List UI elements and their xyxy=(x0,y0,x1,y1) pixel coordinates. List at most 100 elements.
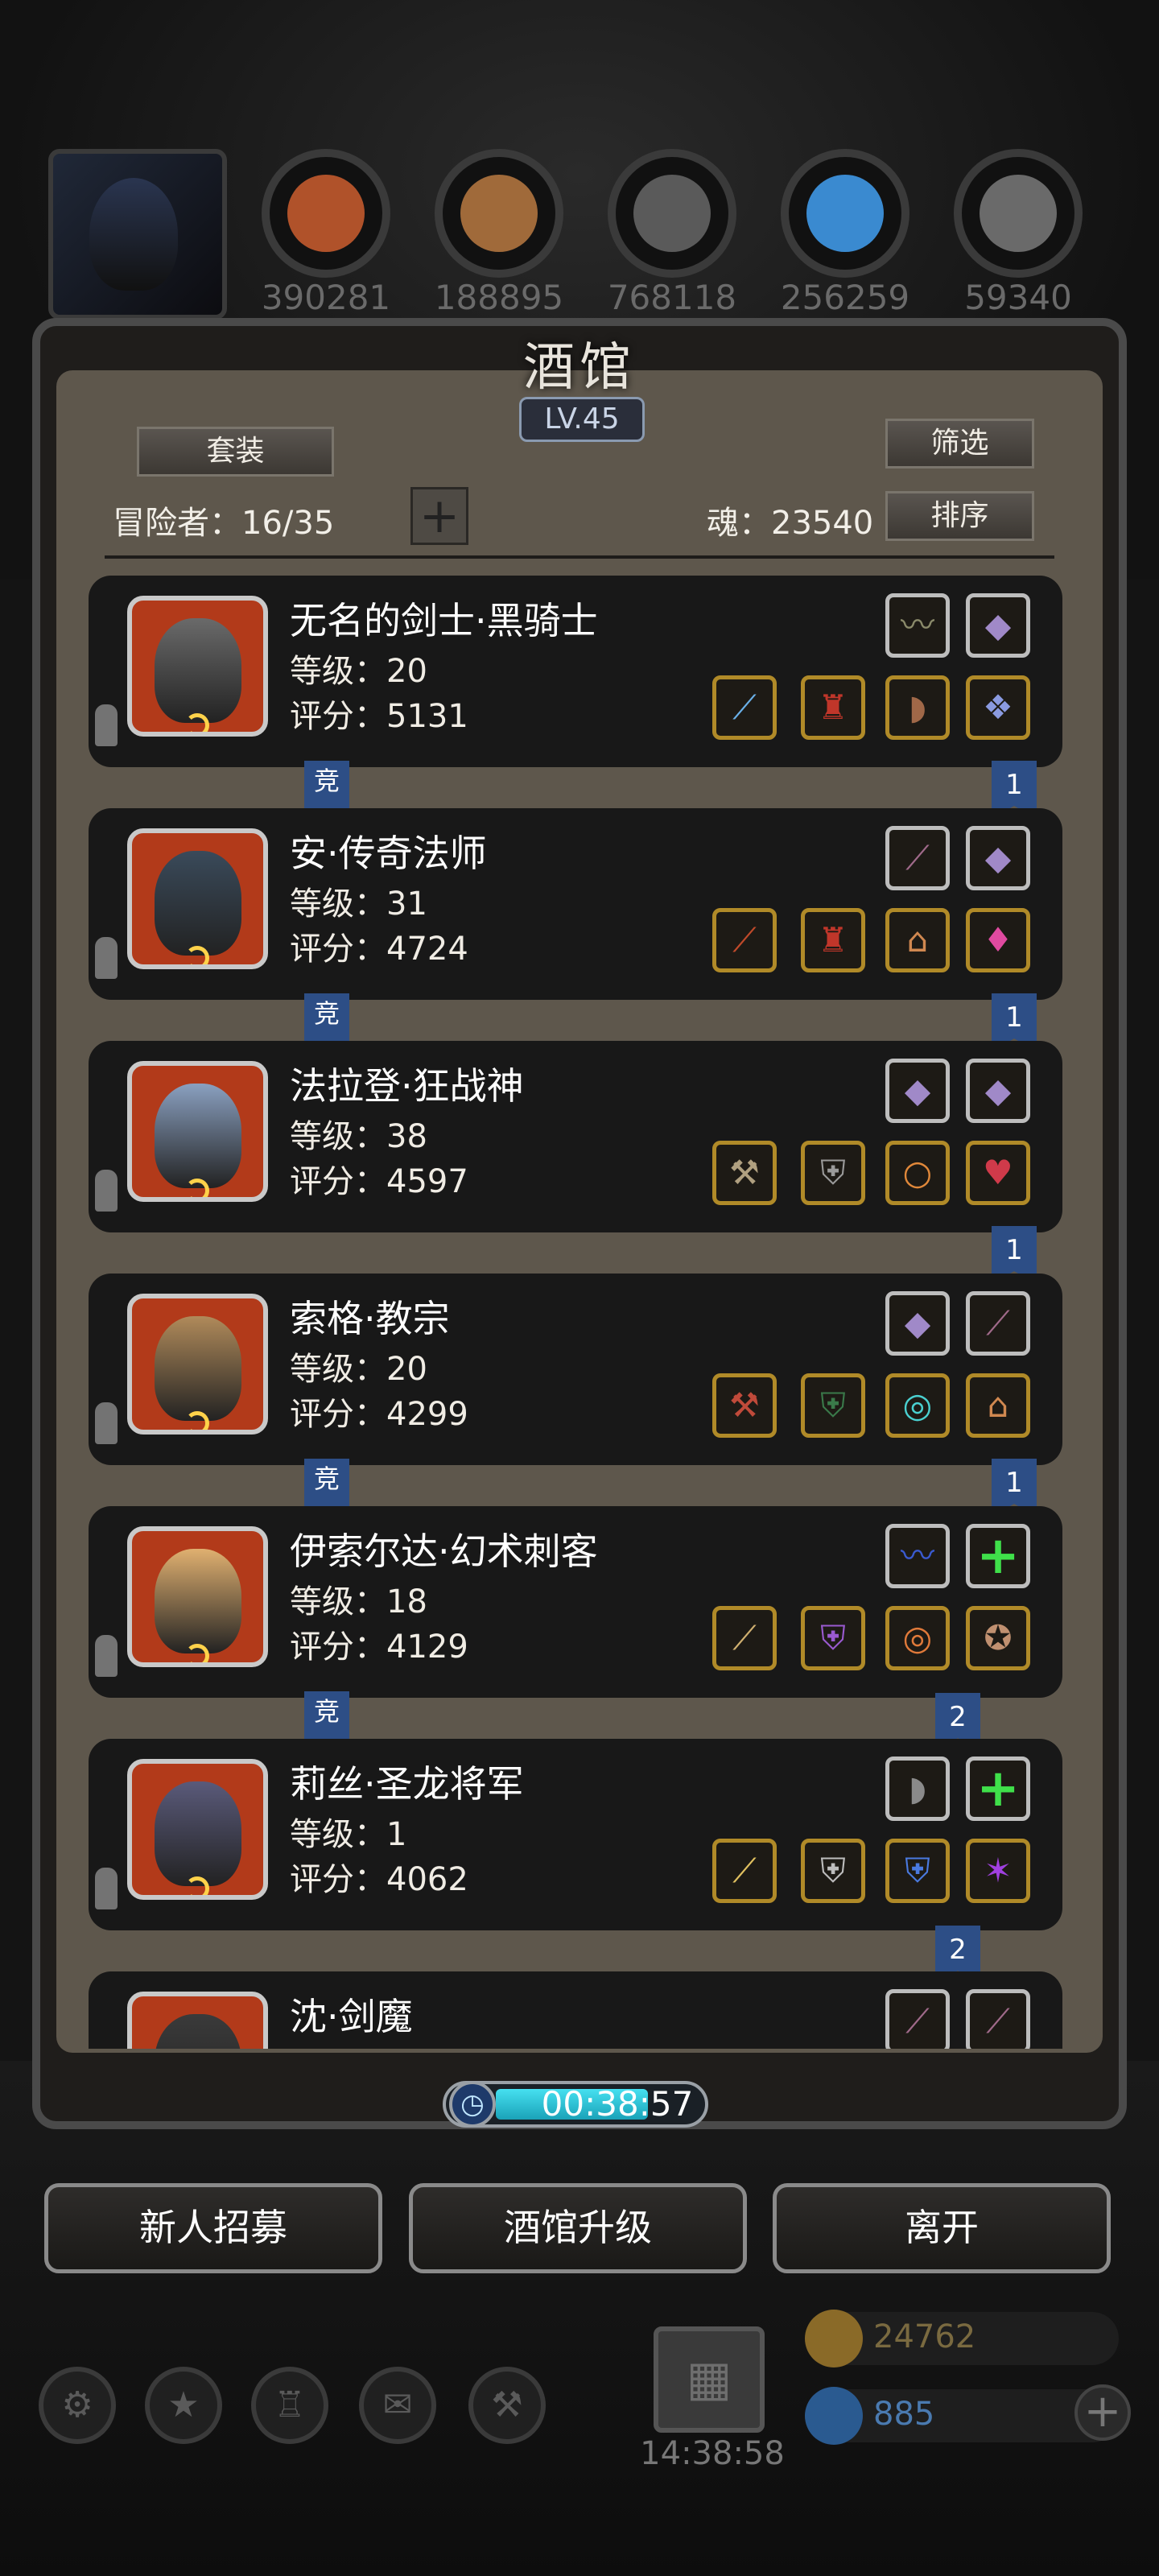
divider xyxy=(105,555,1054,559)
forge-icon[interactable]: ⚒ xyxy=(468,2367,546,2444)
armory-icon[interactable]: ♖ xyxy=(251,2367,328,2444)
rune-icon: ◆ xyxy=(904,1071,931,1110)
hero-portrait[interactable] xyxy=(127,1526,268,1667)
rune-slot[interactable]: ◆ xyxy=(966,593,1030,658)
equipment-icon: ♦ xyxy=(983,920,1013,960)
hero-portrait[interactable] xyxy=(127,596,268,737)
equipment-slot[interactable]: ◗ xyxy=(885,675,950,740)
hero-card[interactable]: 无名的剑士·黑骑士 等级：20 评分：5131 〰 ◆ ⟋ ♜ ◗ ❖ xyxy=(89,576,1062,767)
equipment-slot[interactable]: ⟋ xyxy=(712,1606,777,1670)
hero-portrait[interactable] xyxy=(127,1061,268,1202)
hero-score: 评分：4724 xyxy=(290,931,468,968)
rune-slot[interactable]: ◆ xyxy=(966,1059,1030,1123)
arena-tag: 竞 xyxy=(304,761,349,809)
equipment-icon: ⛨ xyxy=(820,1153,846,1192)
hero-level: 等级：38 xyxy=(290,1118,427,1155)
equipment-slot[interactable]: ♜ xyxy=(801,908,865,972)
hero-portrait[interactable] xyxy=(127,1294,268,1435)
hero-card[interactable]: 安·传奇法师 等级：31 评分：4724 ⟋ ◆ ⟋ ♜ ⌂ ♦ xyxy=(89,808,1062,1000)
resource-amount: 188895 xyxy=(434,278,564,317)
equipment-slot[interactable]: ⚒ xyxy=(712,1141,777,1205)
equipment-slot[interactable]: ✪ xyxy=(966,1606,1030,1670)
equipment-slot[interactable]: ◎ xyxy=(885,1373,950,1438)
mail-icon[interactable]: ✉ xyxy=(359,2367,436,2444)
equipment-slot[interactable]: ⛨ xyxy=(885,1839,950,1903)
rune-slot[interactable]: ⟋ xyxy=(966,1989,1030,2049)
gift-icon[interactable]: ▦ xyxy=(654,2326,765,2433)
equipment-icon: ⚒ xyxy=(729,1153,760,1192)
equipment-slot[interactable]: ⟋ xyxy=(712,675,777,740)
formation-figure-icon xyxy=(95,1868,118,1909)
recruit-button[interactable]: 新人招募 xyxy=(44,2183,382,2273)
rune-slot[interactable]: ⟋ xyxy=(885,1989,950,2049)
rune-slot[interactable]: ◆ xyxy=(885,1291,950,1356)
wood-icon xyxy=(435,149,563,278)
timer-bar: ◷ 00:38:57 xyxy=(443,2081,708,2128)
rune-slot[interactable]: ⟋ xyxy=(966,1291,1030,1356)
equipment-slot[interactable]: ⛨ xyxy=(801,1839,865,1903)
hero-face xyxy=(155,851,241,956)
equipment-slot[interactable]: ⛨ xyxy=(801,1606,865,1670)
add-equipment-slot[interactable]: + xyxy=(966,1524,1030,1588)
sort-button[interactable]: 排序 xyxy=(885,491,1034,541)
hero-name: 伊索尔达·幻术刺客 xyxy=(290,1530,598,1573)
equipment-slot[interactable]: ⟋ xyxy=(712,908,777,972)
hero-level: 等级：20 xyxy=(290,1351,427,1388)
hero-card[interactable]: 沈·剑魔 ⟋ ⟋ xyxy=(89,1971,1062,2049)
equipment-slot[interactable]: ○ xyxy=(885,1141,950,1205)
equipment-slot[interactable]: ◎ xyxy=(885,1606,950,1670)
filter-button[interactable]: 筛选 xyxy=(885,419,1034,469)
arena-tag: 竞 xyxy=(304,993,349,1042)
hero-name: 莉丝·圣龙将军 xyxy=(290,1762,524,1806)
hero-card[interactable]: 索格·教宗 等级：20 评分：4299 ◆ ⟋ ⚒ ⛨ ◎ ⌂ xyxy=(89,1274,1062,1465)
player-avatar[interactable] xyxy=(48,149,227,320)
formation-figure-icon xyxy=(95,704,118,746)
resource-amount: 256259 xyxy=(780,278,910,317)
hero-card[interactable]: 伊索尔达·幻术刺客 等级：18 评分：4129 〰 + ⟋ ⛨ ◎ ✪ xyxy=(89,1506,1062,1698)
upgrade-tavern-button[interactable]: 酒馆升级 xyxy=(409,2183,747,2273)
equipment-slot[interactable]: ⛨ xyxy=(801,1373,865,1438)
star-icon[interactable]: ★ xyxy=(145,2367,222,2444)
equipment-slot[interactable]: ⌂ xyxy=(966,1373,1030,1438)
settings-icon[interactable]: ⚙ xyxy=(39,2367,116,2444)
hero-portrait[interactable] xyxy=(127,1759,268,1900)
equipment-icon: ⌂ xyxy=(987,1385,1009,1425)
equipment-slot[interactable]: ♦ xyxy=(966,908,1030,972)
hero-face xyxy=(155,1781,241,1886)
leave-button[interactable]: 离开 xyxy=(773,2183,1111,2273)
equipment-slot[interactable]: ⛨ xyxy=(801,1141,865,1205)
equipment-slot[interactable]: ⌂ xyxy=(885,908,950,972)
rune-slot[interactable]: ◗ xyxy=(885,1757,950,1821)
add-adventurer-slot-button[interactable]: + xyxy=(410,487,468,545)
equipment-icon: ⌂ xyxy=(906,920,929,960)
equipment-slot[interactable]: ♜ xyxy=(801,675,865,740)
equipment-slot[interactable]: ✶ xyxy=(966,1839,1030,1903)
rune-icon: ◆ xyxy=(904,1303,931,1343)
rune-slot[interactable]: 〰 xyxy=(885,593,950,658)
add-currency-button[interactable]: + xyxy=(1074,2384,1131,2441)
rune-slot[interactable]: 〰 xyxy=(885,1524,950,1588)
tavern-level-badge: LV.45 xyxy=(519,397,645,442)
rune-slot[interactable]: ⟋ xyxy=(885,826,950,890)
rune-slot[interactable]: ◆ xyxy=(885,1059,950,1123)
equipment-slot[interactable]: ⚒ xyxy=(712,1373,777,1438)
hero-card[interactable]: 法拉登·狂战神 等级：38 评分：4597 ◆ ◆ ⚒ ⛨ ○ ♥ xyxy=(89,1041,1062,1232)
hero-score: 评分：5131 xyxy=(290,698,468,735)
hero-list[interactable]: 无名的剑士·黑骑士 等级：20 评分：5131 〰 ◆ ⟋ ♜ ◗ ❖ 竞 1 安·传奇法师 等级：31… xyxy=(89,576,1062,2049)
hero-card[interactable]: 莉丝·圣龙将军 等级：1 评分：4062 ◗ + ⟋ ⛨ ⛨ ✶ xyxy=(89,1739,1062,1930)
equipment-icon: ⛨ xyxy=(820,1851,846,1890)
gift-timer: 14:38:58 xyxy=(640,2435,785,2472)
ore-icon xyxy=(262,149,390,278)
rune-slot[interactable]: ◆ xyxy=(966,826,1030,890)
equipment-slot[interactable]: ❖ xyxy=(966,675,1030,740)
add-equipment-slot[interactable]: + xyxy=(966,1757,1030,1821)
hero-portrait[interactable] xyxy=(127,1992,268,2049)
hero-face xyxy=(155,2014,241,2049)
equipment-slot[interactable]: ♥ xyxy=(966,1141,1030,1205)
hero-score: 评分：4129 xyxy=(290,1629,468,1666)
set-button[interactable]: 套装 xyxy=(137,427,334,477)
equipment-slot[interactable]: ⟋ xyxy=(712,1839,777,1903)
timer-text: 00:38:57 xyxy=(541,2084,694,2124)
hero-portrait[interactable] xyxy=(127,828,268,969)
clock-icon: ◷ xyxy=(449,2081,496,2128)
